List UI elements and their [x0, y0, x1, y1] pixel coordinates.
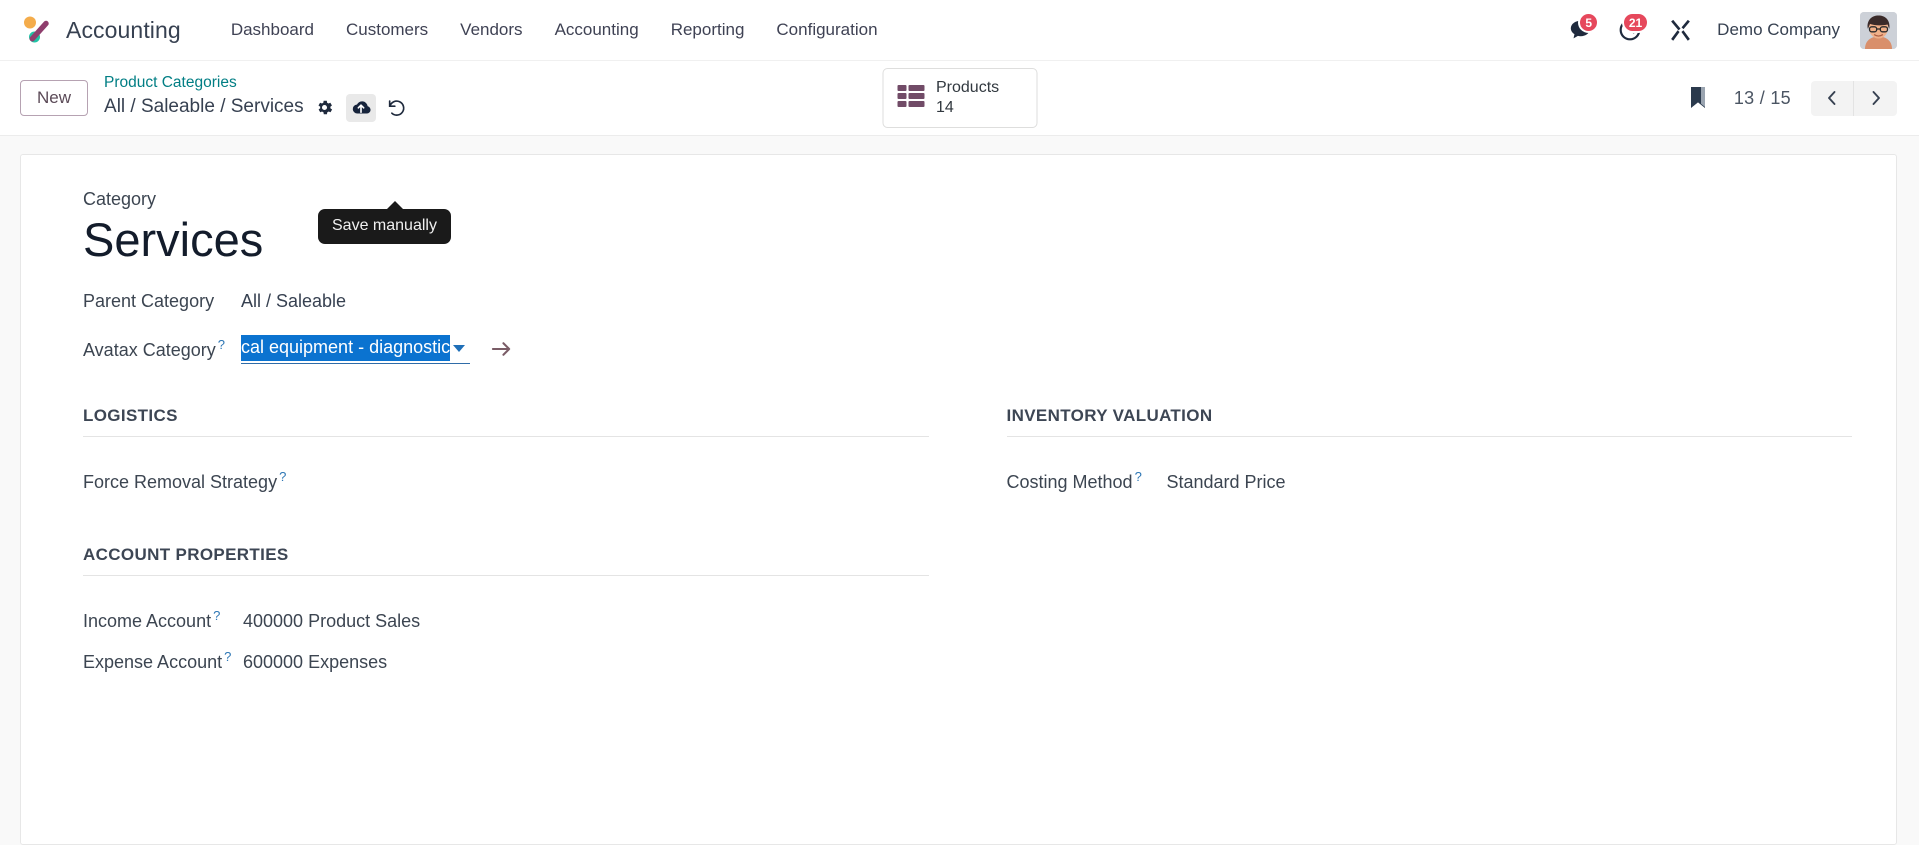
- force-removal-strategy-label: Force Removal Strategy?: [83, 469, 286, 493]
- avatax-category-input[interactable]: cal equipment - diagnostic: [241, 335, 451, 362]
- settings-gear-button[interactable]: [310, 94, 340, 122]
- gear-icon: [318, 100, 333, 115]
- logistics-section-title: Logistics: [83, 406, 929, 437]
- list-grid-icon: [897, 84, 924, 113]
- force-removal-strategy-help-icon[interactable]: ?: [279, 469, 286, 484]
- parent-category-label: Parent Category: [83, 290, 215, 311]
- cloud-upload-icon: [352, 100, 371, 114]
- user-avatar[interactable]: [1860, 11, 1897, 49]
- chevron-right-icon: [1872, 91, 1880, 105]
- field-force-removal-strategy: Force Removal Strategy?: [83, 469, 929, 493]
- expense-account-label-text: Expense Account: [83, 651, 223, 672]
- activities-button[interactable]: 21: [1607, 10, 1653, 50]
- menu-item-customers[interactable]: Customers: [330, 12, 444, 48]
- products-smart-button-label: Products: [936, 79, 1000, 97]
- avatax-category-help-icon[interactable]: ?: [218, 337, 225, 352]
- income-account-help-icon[interactable]: ?: [213, 608, 220, 623]
- field-avatax-category: Avatax Category? cal equipment - diagnos…: [83, 334, 1852, 364]
- pager-next-button[interactable]: [1854, 80, 1897, 116]
- menu-item-configuration[interactable]: Configuration: [760, 12, 893, 48]
- company-switcher[interactable]: Demo Company: [1707, 12, 1852, 48]
- right-column: Inventory Valuation Costing Method? Stan…: [1006, 406, 1853, 690]
- avatax-category-label-text: Avatax Category: [83, 339, 216, 360]
- account-properties-section: Account Properties Income Account? 40000…: [83, 545, 929, 673]
- pager-count[interactable]: 13 / 15: [1734, 88, 1791, 109]
- brand-name: Accounting: [66, 16, 181, 43]
- costing-method-label-text: Costing Method: [1006, 471, 1133, 492]
- brand-home-link[interactable]: Accounting: [20, 13, 181, 47]
- avatax-category-input-wrapper[interactable]: cal equipment - diagnostic: [241, 334, 471, 364]
- inventory-valuation-section-title: Inventory Valuation: [1006, 406, 1852, 437]
- avatax-internal-link-button[interactable]: [490, 339, 513, 359]
- navbar-right-tools: 5 21 Demo Company: [1557, 10, 1897, 50]
- income-account-value[interactable]: 400000 Product Sales: [243, 611, 420, 632]
- menu-item-accounting[interactable]: Accounting: [539, 12, 655, 48]
- menu-item-vendors[interactable]: Vendors: [444, 12, 538, 48]
- avatax-category-label: Avatax Category?: [83, 337, 241, 361]
- menu-item-dashboard[interactable]: Dashboard: [215, 12, 330, 48]
- parent-category-value[interactable]: All / Saleable: [241, 291, 346, 312]
- costing-method-label: Costing Method?: [1007, 469, 1167, 493]
- bookmark-button[interactable]: [1682, 82, 1714, 114]
- expense-account-help-icon[interactable]: ?: [224, 649, 231, 664]
- field-parent-category: Parent Category All / Saleable: [83, 291, 1852, 312]
- control-panel: New Product Categories All / Saleable / …: [0, 61, 1919, 244]
- field-costing-method: Costing Method? Standard Price: [1007, 469, 1853, 493]
- undo-icon: [388, 100, 405, 116]
- income-account-label-text: Income Account: [83, 610, 212, 631]
- save-manually-button[interactable]: [345, 93, 376, 122]
- account-properties-section-title: Account Properties: [83, 545, 929, 576]
- income-account-label: Income Account?: [83, 608, 243, 632]
- chevron-left-icon: [1828, 91, 1836, 105]
- pager-previous-button[interactable]: [1811, 80, 1854, 116]
- messages-button[interactable]: 5: [1557, 10, 1603, 50]
- breadcrumb-parent-link[interactable]: Product Categories: [104, 74, 412, 92]
- breadcrumb-current: All / Saleable / Services: [104, 96, 304, 118]
- category-label: Category: [83, 189, 157, 209]
- logistics-section: Logistics Force Removal Strategy?: [83, 406, 929, 493]
- form-groups: Logistics Force Removal Strategy? Accoun…: [83, 406, 1852, 690]
- activities-badge: 21: [1621, 12, 1650, 33]
- form-sheet: Category Services Parent Category All / …: [20, 154, 1897, 845]
- field-income-account: Income Account? 400000 Product Sales: [83, 608, 929, 632]
- main-menu: Dashboard Customers Vendors Accounting R…: [215, 12, 894, 48]
- field-expense-account: Expense Account? 600000 Expenses: [83, 649, 929, 673]
- breadcrumb: Product Categories All / Saleable / Serv…: [104, 74, 412, 122]
- costing-method-value[interactable]: Standard Price: [1167, 472, 1286, 493]
- form-background: Category Services Parent Category All / …: [0, 136, 1919, 845]
- odoo-logo-icon: [20, 13, 54, 47]
- new-button[interactable]: New: [20, 79, 89, 117]
- expense-account-value[interactable]: 600000 Expenses: [243, 652, 387, 673]
- bookmark-icon: [1690, 87, 1705, 108]
- discard-changes-button[interactable]: [382, 94, 412, 122]
- expense-account-label: Expense Account?: [83, 649, 243, 673]
- debug-tools-button[interactable]: [1657, 10, 1703, 50]
- avatax-category-value: cal equipment - diagnostic: [241, 337, 451, 358]
- force-removal-strategy-label-text: Force Removal Strategy: [83, 471, 278, 492]
- pager: 13 / 15: [1682, 80, 1897, 116]
- costing-method-help-icon[interactable]: ?: [1135, 469, 1142, 484]
- products-smart-button[interactable]: Products 14: [882, 68, 1037, 128]
- messages-badge: 5: [1578, 12, 1600, 33]
- page-title[interactable]: Services: [83, 213, 1852, 267]
- arrow-right-icon: [491, 341, 511, 356]
- chevron-down-icon[interactable]: [453, 344, 466, 352]
- products-smart-button-count: 14: [936, 99, 954, 116]
- smart-button-box: Products 14: [882, 68, 1037, 128]
- inventory-valuation-section: Inventory Valuation Costing Method? Stan…: [1006, 406, 1853, 493]
- wrench-icon: [1670, 19, 1690, 41]
- left-column: Logistics Force Removal Strategy? Accoun…: [83, 406, 929, 690]
- top-navbar: Accounting Dashboard Customers Vendors A…: [0, 0, 1919, 61]
- menu-item-reporting[interactable]: Reporting: [655, 12, 761, 48]
